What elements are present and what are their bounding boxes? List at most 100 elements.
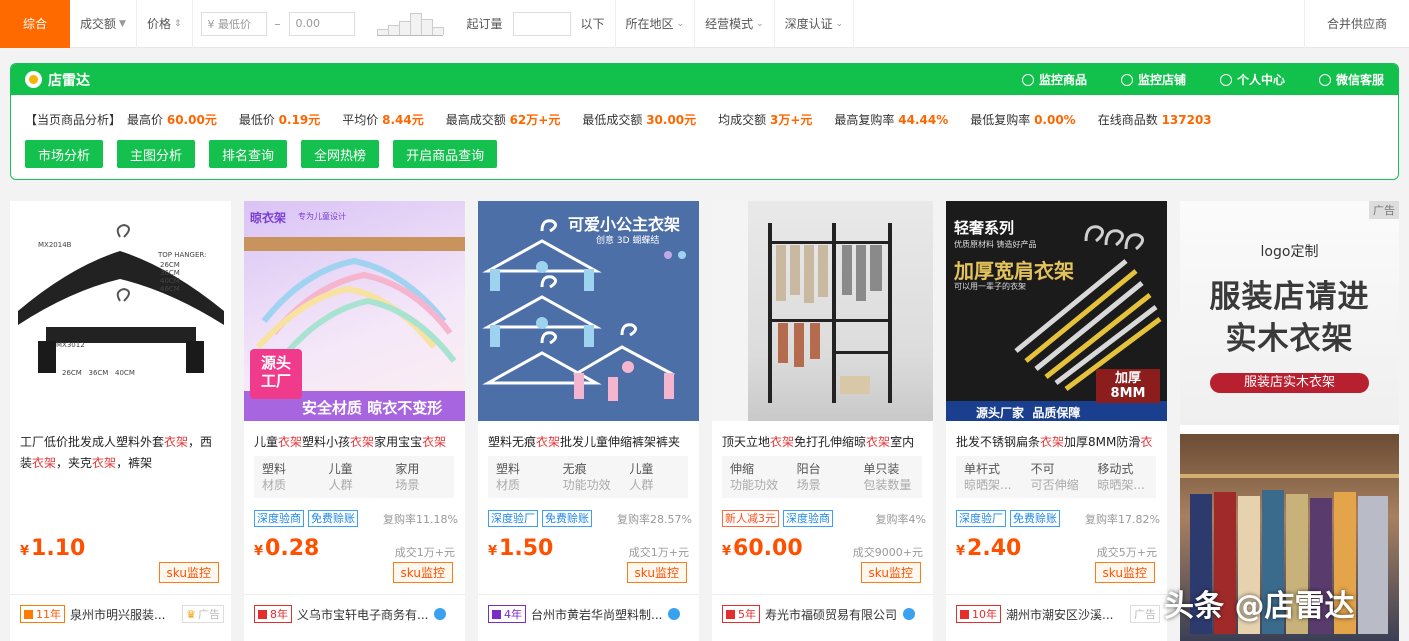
certification-label: 深度认证 [784,17,833,31]
region-dropdown[interactable]: 所在地区 ⌄ [614,0,696,48]
seller-row: 11年 泉州市明兴服装... ♛ 广告 [20,605,224,623]
sort-price[interactable]: 价格 ⇕ [137,0,193,48]
product-price: ¥60.00 [722,536,803,561]
stat-item: 最高价 60.00元 [127,113,217,127]
image-sub: 创意 3D 蝴蝶结 [596,236,660,246]
ad-banner[interactable]: 广告 logo定制 服装店请进 实木衣架 服装店实木衣架 [1180,201,1399,425]
seller-name[interactable]: 寿光市福硕贸易有限公司 [765,606,897,623]
product-image[interactable]: 晾衣架 专为儿童设计 源头 工厂 安全材质 晾衣不变形 [244,201,465,421]
service-tag: 深度验商 [254,510,304,527]
plugin-panel: 店雷达 监控商品 监控店铺 个人中心 微信客服 【当页商品分析】 最高价 60.… [10,63,1399,180]
stat-item: 最低价 0.19元 [238,113,321,127]
repurchase-rate: 复购率17.82% [1085,512,1160,526]
product-attributes: 塑料 材质 儿童 人群 家用 场景 [254,456,454,498]
price-range: ¥ 最低价 – 0.00 [193,0,363,48]
hot-list-button[interactable]: 全网热榜 [301,140,380,168]
brand-name: 店雷达 [48,72,90,89]
ad-pill: 服装店实木衣架 [1210,373,1369,393]
min-price-input[interactable]: ¥ 最低价 [200,11,267,36]
divider [244,594,465,595]
attribute: 不可 可否伸缩 [1030,462,1079,492]
attribute: 单杆式 晾晒架... [964,462,1012,492]
service-tag: 深度验商 [783,510,833,527]
sku-monitor-button[interactable]: sku监控 [1094,562,1155,583]
sku-monitor-button[interactable]: sku监控 [392,562,453,583]
plugin-links: 监控商品 监控店铺 个人中心 微信客服 [1021,71,1384,88]
attribute: 塑料 材质 [262,462,287,492]
image-headline: 可爱小公主衣架 [568,215,681,234]
repurchase-rate: 复购率11.18% [383,512,458,526]
product-card[interactable]: 顶天立地衣架免打孔伸缩晾衣架室内 伸缩 功能功效 阳台 场景 单只装 包装数量 新人减… [712,201,933,641]
price-histogram[interactable] [376,12,444,36]
sku-monitor-button[interactable]: sku监控 [158,562,219,583]
wechat-service-link[interactable]: 微信客服 [1318,71,1384,88]
heart-plus-icon [1120,73,1133,86]
shop-icon [492,609,501,619]
moq-input[interactable] [512,11,571,36]
product-image[interactable]: MX2014B TOP HANGER: 26CM 36CM 40CM 46CM … [10,201,231,421]
seller-name[interactable]: 潮州市潮安区沙溪... [1006,606,1113,623]
seller-row: 5年 寿光市福硕贸易有限公司 [722,605,926,623]
sort-price-label: 价格 [146,17,171,31]
seller-name[interactable]: 泉州市明兴服装... [70,606,165,623]
ad-label: 广告 [1369,201,1399,219]
plugin-tools: 市场分析 主图分析 排名查询 全网热榜 开启商品查询 [11,128,1398,168]
chevron-down-icon: ⌄ [676,18,685,29]
stat-item: 最高成交额 62万+元 [445,113,561,127]
crown-icon: ♛ [186,607,196,621]
main-image-analysis-button[interactable]: 主图分析 [117,140,196,168]
image-model-2: MX3012 [56,341,85,349]
sidebar-ad[interactable]: 广告 logo定制 服装店请进 实木衣架 服装店实木衣架 [1180,201,1399,641]
monitor-stores-link[interactable]: 监控店铺 [1120,71,1186,88]
attribute: 塑料 材质 [496,462,521,492]
product-title[interactable]: 工厂低价批发成人塑料外套衣架，西装衣架，夹克衣架，裤架 [20,432,224,492]
sort-comprehensive[interactable]: 综合 [0,0,70,48]
stat-item: 最高复购率 44.44% [834,113,949,127]
image-series: 轻奢系列 [954,219,1015,237]
product-card[interactable]: 可爱小公主衣架 创意 3D 蝴蝶结 塑料无痕衣架批发儿童伸缩裤架裤夹 塑料 材质 … [478,201,699,641]
years-badge: 8年 [254,605,292,623]
divider [10,594,231,595]
moq-filter: 起订量 以下 [457,0,615,48]
image-thick-badge: 加厚 8MM [1096,369,1160,403]
business-mode-label: 经营模式 [705,17,754,31]
market-analysis-button[interactable]: 市场分析 [25,140,104,168]
product-card[interactable]: 轻奢系列 优质原材料 铸造好产品 加厚宽肩衣架 可以用一辈子的衣架 加厚 8MM… [946,201,1167,641]
personal-center-link[interactable]: 个人中心 [1219,71,1285,88]
ad-badge: 广告 [1130,605,1160,623]
seller-name[interactable]: 台州市黄岩华尚塑料制... [531,606,662,623]
monitor-products-link[interactable]: 监控商品 [1021,71,1087,88]
years-badge: 4年 [488,605,526,623]
watermark: 头条 @店雷达 [1164,589,1355,624]
shop-icon [960,609,969,619]
image-bottom-sizes: 26CM 36CM 40CM [62,369,135,377]
product-attributes: 单杆式 晾晒架... 不可 可否伸缩 移动式 晾晒架... [956,456,1156,498]
chevron-down-icon: ⌄ [756,18,764,29]
sort-volume[interactable]: 成交额 ▼ [70,0,137,48]
rank-query-button[interactable]: 排名查询 [209,140,288,168]
product-image[interactable] [712,201,933,421]
product-card[interactable]: MX2014B TOP HANGER: 26CM 36CM 40CM 46CM … [10,201,231,641]
years-badge: 10年 [956,605,1001,623]
merge-suppliers-toggle[interactable]: 合并供应商 [1303,0,1409,48]
plugin-brand[interactable]: 店雷达 [25,70,90,90]
product-image[interactable]: 轻奢系列 优质原材料 铸造好产品 加厚宽肩衣架 可以用一辈子的衣架 加厚 8MM… [946,201,1167,421]
service-tag: 免费赊账 [1010,510,1060,527]
attribute: 阳台 场景 [796,462,821,492]
product-image[interactable]: 可爱小公主衣架 创意 3D 蝴蝶结 [478,201,699,421]
product-card[interactable]: 晾衣架 专为儿童设计 源头 工厂 安全材质 晾衣不变形 儿童衣架塑料小孩衣架家用… [244,201,465,641]
sku-monitor-button[interactable]: sku监控 [626,562,687,583]
business-mode-dropdown[interactable]: 经营模式 ⌄ [695,0,775,48]
filter-bar: 综合 成交额 ▼ 价格 ⇕ ¥ 最低价 – 0.00 起订量 以下 所在地区 ⌄ 经营… [0,0,1409,48]
max-price-input[interactable]: 0.00 [288,11,355,36]
product-price: ¥1.10 [20,536,86,561]
product-query-button[interactable]: 开启商品查询 [393,140,498,168]
image-sizes: 26CM 36CM 40CM 46CM [160,261,180,293]
stat-item: 最低复购率 0.00% [970,113,1076,127]
stat-item: 平均价 8.44元 [342,113,424,127]
service-tag: 免费赊账 [542,510,592,527]
certification-dropdown[interactable]: 深度认证 ⌄ [775,0,855,48]
seller-name[interactable]: 义乌市宝轩电子商务有... [297,606,428,623]
stat-item: 均成交额 3万+元 [718,113,813,127]
sku-monitor-button[interactable]: sku监控 [860,562,921,583]
